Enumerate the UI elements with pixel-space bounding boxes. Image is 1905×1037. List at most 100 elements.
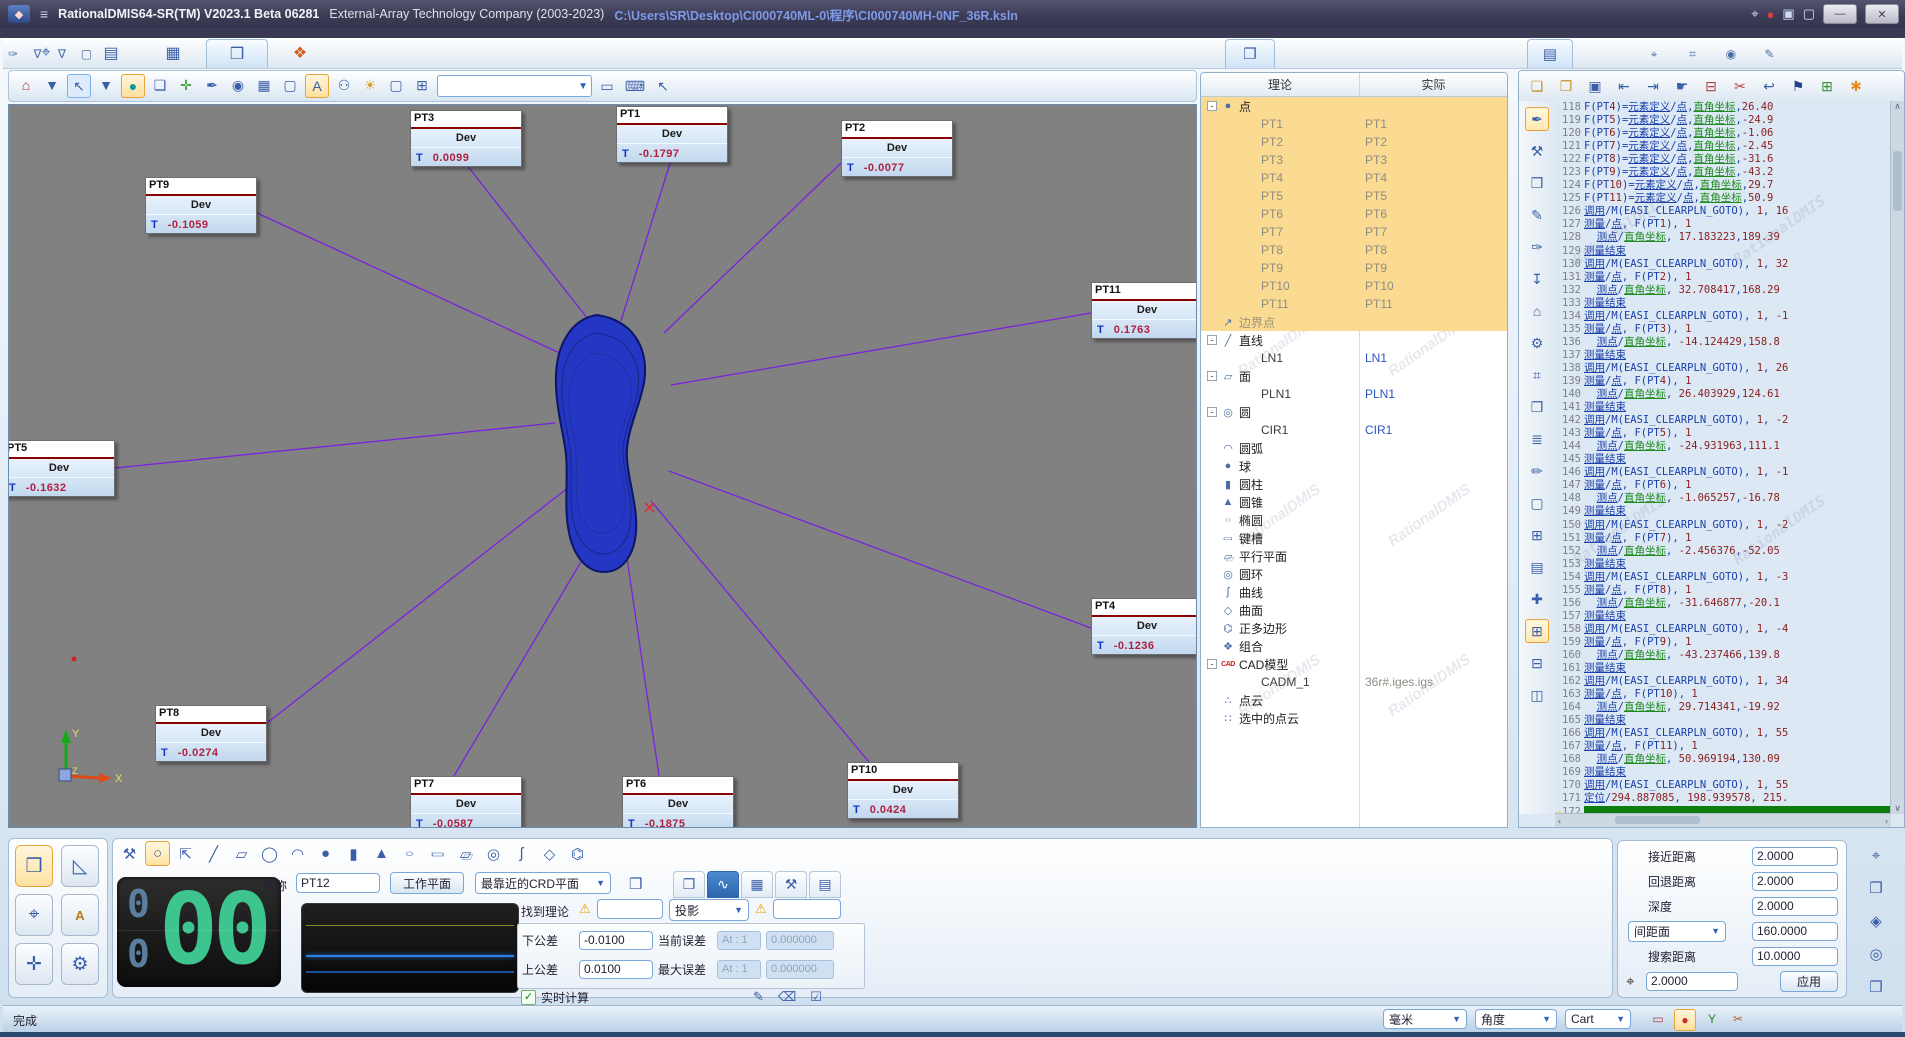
- find-theory-input[interactable]: [597, 899, 663, 919]
- toolbar-icon[interactable]: ▭: [596, 75, 618, 97]
- toolbar-icon[interactable]: ⚇: [333, 74, 355, 96]
- editor-side-icon[interactable]: ⌖: [1644, 45, 1664, 65]
- editor-strip-icon[interactable]: ≣: [1525, 427, 1549, 451]
- toolbar-icon[interactable]: ☀: [359, 74, 381, 96]
- toolbar-icon[interactable]: ⊞: [411, 74, 433, 96]
- editor-side-icon[interactable]: ◉: [1721, 44, 1741, 64]
- toolbar-icon[interactable]: ↖: [652, 75, 674, 97]
- tree-row[interactable]: ╱ 直线: [1201, 331, 1507, 349]
- code-line[interactable]: ⇨ 125 F(PT11)=元素定义/点,直角坐标,50.9: [1555, 192, 1891, 205]
- main-tab[interactable]: ❒: [206, 39, 268, 68]
- tree-item-actual[interactable]: PT4: [1359, 171, 1507, 185]
- editor-strip-icon[interactable]: ▢: [1525, 491, 1549, 515]
- code-line[interactable]: ⇨ 129 测量结束: [1555, 245, 1891, 258]
- tree-row[interactable]: ● 点: [1201, 97, 1507, 115]
- mode-button[interactable]: ✛: [15, 943, 53, 985]
- feature-type-button[interactable]: ▲: [369, 841, 394, 866]
- measurement-callout[interactable]: PT3 Dev T 0.0099: [410, 110, 522, 167]
- feature-type-button[interactable]: ʃ: [509, 841, 534, 866]
- tree-row[interactable]: ▭ 键槽: [1201, 529, 1507, 547]
- code-line[interactable]: ⇨ 126 调用/M(EASI_CLEARPLN_GOTO), 1, 16: [1555, 205, 1891, 218]
- tree-row[interactable]: ↗ 边界点: [1201, 313, 1507, 331]
- editor-toolbar-icon[interactable]: ❏: [1527, 76, 1547, 96]
- editor-toolbar-icon[interactable]: ⇥: [1643, 76, 1663, 96]
- tree-row[interactable]: ◇ 曲面: [1201, 601, 1507, 619]
- right-strip-icon[interactable]: ◈: [1863, 908, 1889, 934]
- feature-type-button[interactable]: ▱: [453, 841, 478, 866]
- toolbar-icon[interactable]: A: [305, 74, 329, 98]
- tree-item-actual[interactable]: PT1: [1359, 117, 1507, 131]
- editor-toolbar-icon[interactable]: ⊟: [1701, 76, 1721, 96]
- tree-item-actual[interactable]: PT9: [1359, 261, 1507, 275]
- feature-type-button[interactable]: ⚒: [117, 841, 142, 866]
- editor-toolbar-icon[interactable]: ❐: [1556, 76, 1576, 96]
- editor-toolbar-icon[interactable]: ▣: [1585, 76, 1605, 96]
- measurement-callout[interactable]: PT6 Dev T -0.1875: [622, 776, 734, 828]
- erase-icon[interactable]: ⌫: [778, 989, 796, 1005]
- editor-toolbar-icon[interactable]: ⇤: [1614, 76, 1634, 96]
- tree-row[interactable]: ▲ 圆锥: [1201, 493, 1507, 511]
- feature-type-button[interactable]: ▱: [229, 841, 254, 866]
- toolbar-icon[interactable]: ❏: [149, 74, 171, 96]
- measurement-callout[interactable]: PT10 Dev T 0.0424: [847, 762, 959, 819]
- editor-toolbar-icon[interactable]: ⚑: [1788, 76, 1808, 96]
- editor-strip-icon[interactable]: ◫: [1525, 683, 1549, 707]
- code-line[interactable]: ⇨ 160 测点/直角坐标, -43.237466,139.8: [1555, 649, 1891, 662]
- toolbar-icon[interactable]: ▢: [385, 74, 407, 96]
- code-line[interactable]: ⇨ 134 调用/M(EASI_CLEARPLN_GOTO), 1, -1: [1555, 310, 1891, 323]
- result-view-tab[interactable]: ⚒: [775, 871, 807, 898]
- result-view-tab[interactable]: ∿: [707, 871, 739, 898]
- confirm-icon[interactable]: ☑: [810, 989, 822, 1005]
- code-line[interactable]: ⇨ 120 F(PT6)=元素定义/点,直角坐标,-1.06: [1555, 127, 1891, 140]
- code-line[interactable]: ⇨ 130 调用/M(EASI_CLEARPLN_GOTO), 1, 32: [1555, 258, 1891, 271]
- edit-icon[interactable]: ✎: [753, 989, 764, 1005]
- code-line[interactable]: ⇨ 121 F(PT7)=元素定义/点,直角坐标,-2.45: [1555, 140, 1891, 153]
- tree-row[interactable]: ⌬ 正多边形: [1201, 619, 1507, 637]
- code-line[interactable]: ⇨ 137 测量结束: [1555, 349, 1891, 362]
- code-line[interactable]: ⇨ 162 调用/M(EASI_CLEARPLN_GOTO), 1, 34: [1555, 675, 1891, 688]
- tree-row[interactable]: ∷ 选中的点云: [1201, 709, 1507, 727]
- search-distance-input[interactable]: [1752, 947, 1838, 966]
- feature-type-button[interactable]: ▭: [425, 841, 450, 866]
- code-line[interactable]: ⇨ 152 测点/直角坐标, -2.456376,-52.05: [1555, 545, 1891, 558]
- code-line[interactable]: ⇨ 142 调用/M(EASI_CLEARPLN_GOTO), 1, -2: [1555, 414, 1891, 427]
- toolbar-icon[interactable]: ▢: [279, 74, 301, 96]
- code-line[interactable]: ⇨ 169 测量结束: [1555, 766, 1891, 779]
- tree-item-actual[interactable]: CIR1: [1359, 423, 1507, 437]
- tree-item-actual[interactable]: PLN1: [1359, 387, 1507, 401]
- setting-input[interactable]: [1752, 897, 1838, 916]
- tree-item-actual[interactable]: PT3: [1359, 153, 1507, 167]
- tree-row[interactable]: PT10 PT10: [1201, 277, 1507, 295]
- workplane-button[interactable]: 工作平面: [390, 872, 464, 894]
- tree-item-actual[interactable]: PT11: [1359, 297, 1507, 311]
- tree-row[interactable]: PT9 PT9: [1201, 259, 1507, 277]
- panel-layout-icon[interactable]: ▣: [1782, 6, 1794, 22]
- main-tab[interactable]: ▤: [81, 39, 141, 67]
- code-line[interactable]: ⇨ 157 测量结束: [1555, 610, 1891, 623]
- editor-strip-icon[interactable]: ⊟: [1525, 651, 1549, 675]
- tree-row[interactable]: PT4 PT4: [1201, 169, 1507, 187]
- tree-row[interactable]: CAD CAD模型: [1201, 655, 1507, 673]
- tree-row[interactable]: ❖ 组合: [1201, 637, 1507, 655]
- code-line[interactable]: ⇨ 122 F(PT8)=元素定义/点,直角坐标,-31.6: [1555, 153, 1891, 166]
- realtime-checkbox[interactable]: ✓: [521, 990, 536, 1005]
- code-line[interactable]: ⇨ 165 测量结束: [1555, 714, 1891, 727]
- measurement-callout[interactable]: PT1 Dev T -0.1797: [616, 106, 728, 163]
- clearance-value-input[interactable]: [1752, 922, 1838, 941]
- tree-item-actual[interactable]: PT10: [1359, 279, 1507, 293]
- result-view-tab[interactable]: ▦: [741, 871, 773, 898]
- measurement-callout[interactable]: PT7 Dev T -0.0587: [410, 776, 522, 828]
- projection-input[interactable]: [773, 899, 841, 919]
- editor-strip-icon[interactable]: ⌗: [1525, 363, 1549, 387]
- mode-button[interactable]: ❒: [15, 845, 53, 887]
- code-line[interactable]: ⇨ 146 调用/M(EASI_CLEARPLN_GOTO), 1, -1: [1555, 466, 1891, 479]
- code-line[interactable]: ⇨ 171 定位/294.887085, 198.939578, 215.: [1555, 792, 1891, 805]
- code-line[interactable]: ⇨ 167 测量/点, F(PT11), 1: [1555, 740, 1891, 753]
- scroll-up-icon[interactable]: ∧: [1894, 101, 1901, 112]
- feature-type-button[interactable]: ◎: [481, 841, 506, 866]
- code-line[interactable]: ⇨ 128 测点/直角坐标, 17.183223,189.39: [1555, 231, 1891, 244]
- editor-toolbar-icon[interactable]: ✱: [1846, 76, 1866, 96]
- record-icon[interactable]: ●: [1767, 7, 1775, 22]
- close-button[interactable]: ✕: [1865, 4, 1899, 24]
- measurement-callout[interactable]: PT11 Dev T 0.1763: [1091, 282, 1197, 339]
